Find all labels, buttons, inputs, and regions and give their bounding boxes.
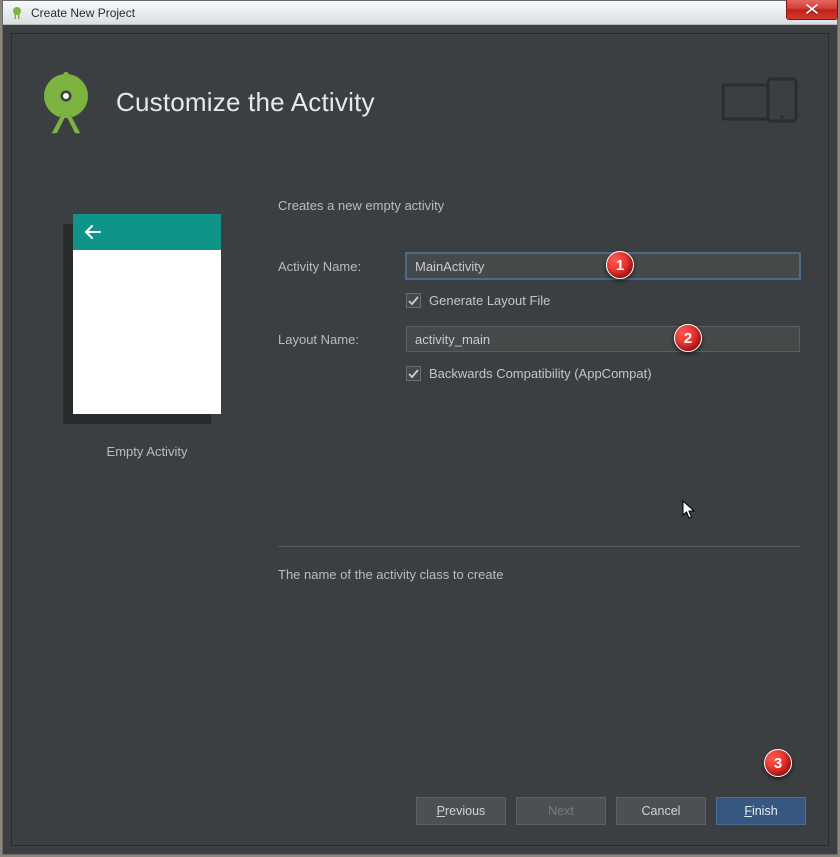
- close-button[interactable]: [786, 0, 838, 20]
- previous-button[interactable]: Previous: [416, 797, 506, 825]
- generate-layout-checkbox[interactable]: [406, 293, 421, 308]
- checkmark-icon: [408, 296, 419, 306]
- layout-name-input[interactable]: [406, 326, 800, 352]
- finish-button[interactable]: Finish: [716, 797, 806, 825]
- dialog-window: Create New Project: [2, 0, 838, 855]
- backcompat-row: Backwards Compatibility (AppCompat): [406, 366, 800, 381]
- devices-icon: [722, 77, 800, 128]
- wizard-header: Customize the Activity: [12, 34, 828, 186]
- android-studio-logo-icon: [34, 70, 98, 134]
- layout-name-label: Layout Name:: [278, 332, 406, 347]
- header-left: Customize the Activity: [34, 70, 375, 134]
- previous-button-rest: revious: [445, 804, 485, 818]
- cancel-button[interactable]: Cancel: [616, 797, 706, 825]
- backcompat-checkbox[interactable]: [406, 366, 421, 381]
- finish-button-rest: inish: [752, 804, 778, 818]
- activity-name-input[interactable]: [406, 253, 800, 279]
- activity-name-row: Activity Name: 1: [278, 253, 800, 279]
- checkmark-icon: [408, 369, 419, 379]
- wizard-footer: Previous Next Cancel Finish 3: [12, 783, 828, 845]
- preview-appbar: [73, 214, 221, 250]
- preview-label: Empty Activity: [107, 444, 188, 459]
- generate-layout-row: Generate Layout File: [406, 293, 800, 308]
- android-studio-icon: [9, 5, 25, 21]
- titlebar: Create New Project: [3, 1, 837, 25]
- form-column: Creates a new empty activity Activity Na…: [278, 198, 800, 783]
- cursor-icon: [682, 500, 696, 525]
- window-title: Create New Project: [31, 6, 135, 20]
- preview-column: Empty Activity: [40, 198, 254, 783]
- separator: [278, 546, 800, 547]
- activity-preview: [73, 214, 221, 414]
- wizard-heading: Customize the Activity: [116, 87, 375, 118]
- layout-name-row: Layout Name: 2: [278, 326, 800, 352]
- generate-layout-label: Generate Layout File: [429, 293, 550, 308]
- close-icon: [806, 4, 818, 14]
- wizard-content: Empty Activity Creates a new empty activ…: [12, 186, 828, 783]
- activity-name-label: Activity Name:: [278, 259, 406, 274]
- form-intro: Creates a new empty activity: [278, 198, 800, 213]
- next-button[interactable]: Next: [516, 797, 606, 825]
- field-hint: The name of the activity class to create: [278, 567, 800, 582]
- wizard-panel: Customize the Activity: [11, 33, 829, 846]
- back-arrow-icon: [85, 225, 101, 239]
- backcompat-label: Backwards Compatibility (AppCompat): [429, 366, 652, 381]
